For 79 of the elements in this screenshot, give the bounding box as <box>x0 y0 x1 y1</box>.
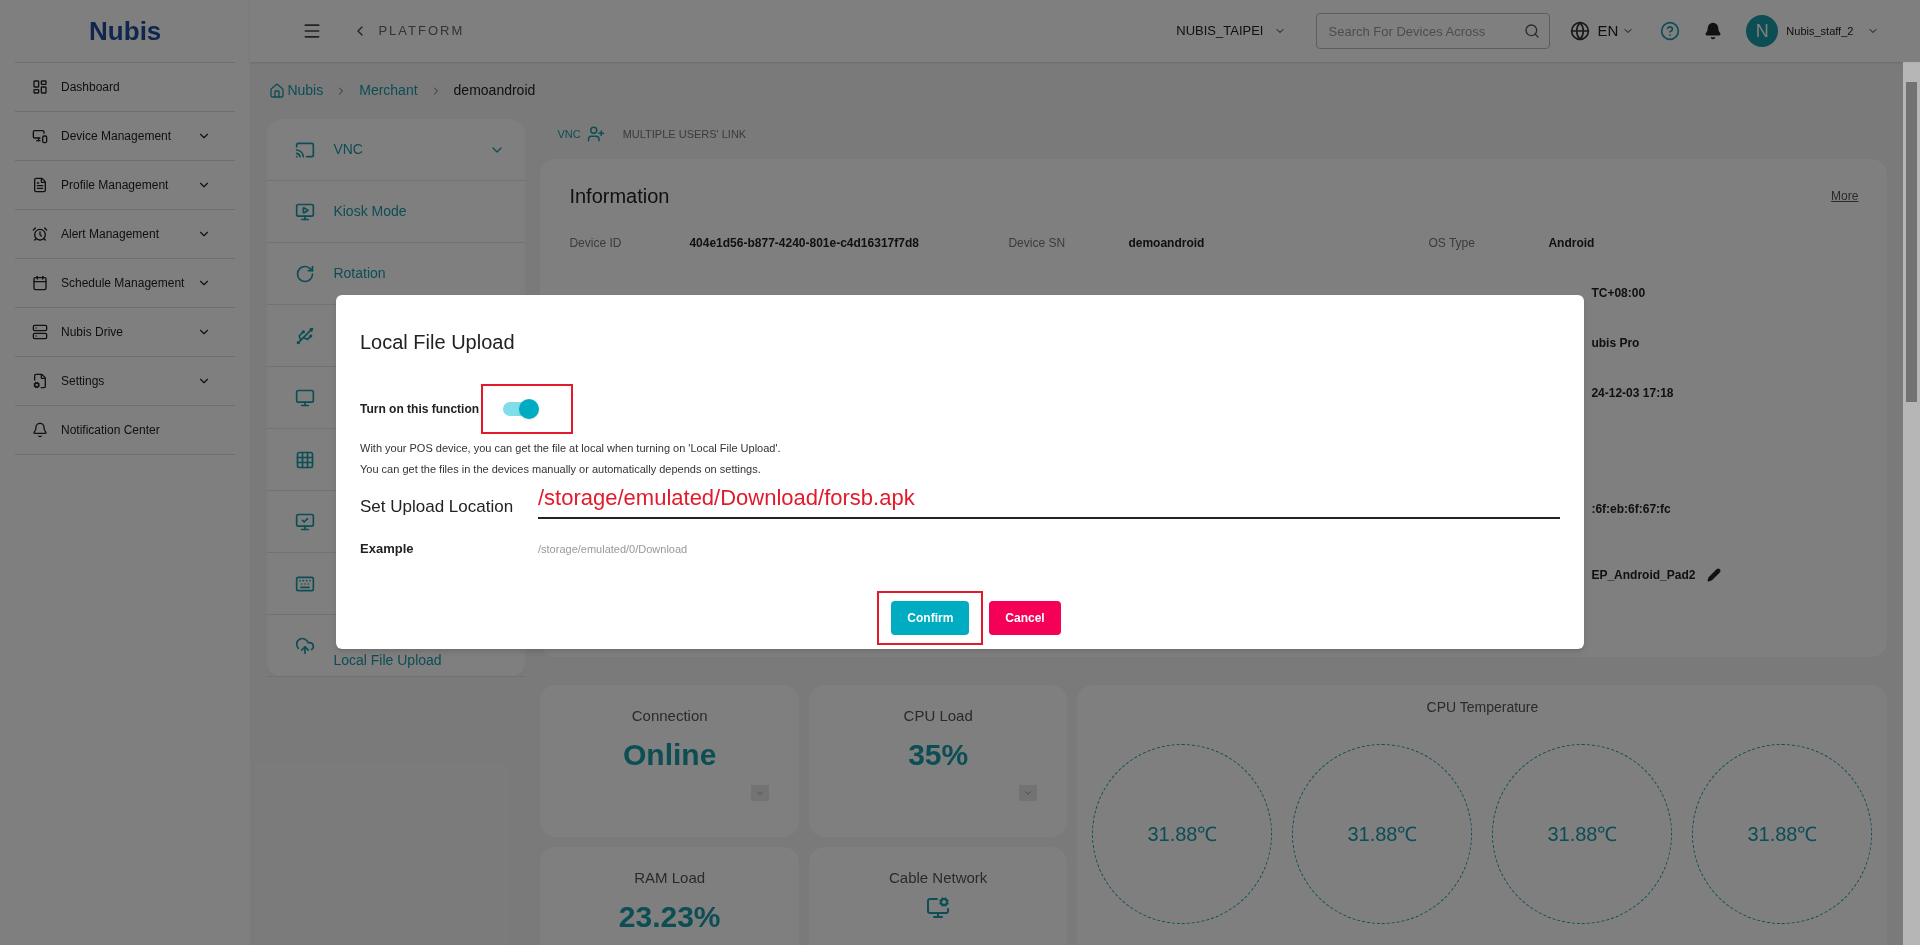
toggle-label: Turn on this function <box>360 401 480 418</box>
file-settings-icon <box>32 373 48 389</box>
card-title: Information <box>569 184 670 209</box>
stat-title: RAM Load <box>634 868 706 888</box>
field-label: Set Upload Location <box>360 495 515 518</box>
bell-icon[interactable] <box>1704 22 1723 40</box>
field-label: OS Type <box>1428 235 1476 252</box>
description-text: You can get the files in the devices manually or automatically depends on settings. <box>360 461 762 477</box>
grid-icon <box>295 449 316 470</box>
feature-menu-item[interactable]: VNC <box>267 119 526 181</box>
usb-icon <box>295 325 316 346</box>
field-value: :6f:eb:6f:67:fc <box>1591 501 1671 518</box>
stat-value: 35% <box>908 736 969 773</box>
dialog-title: Local File Upload <box>360 330 516 355</box>
language-select[interactable]: EN <box>1597 19 1635 43</box>
devices-icon <box>32 128 48 144</box>
rotate-icon <box>295 263 316 284</box>
expand-button[interactable] <box>750 785 769 801</box>
field-label: Device ID <box>569 235 623 252</box>
document-icon <box>32 177 48 193</box>
expand-button[interactable] <box>1019 785 1038 801</box>
monitor-icon <box>295 201 316 222</box>
cloud-upload-icon <box>295 635 316 656</box>
stat-title: CPU Load <box>903 706 973 726</box>
pencil-icon[interactable] <box>1707 568 1722 582</box>
dashboard-icon <box>32 79 48 95</box>
stat-value: Online <box>623 736 717 773</box>
chevron-icon <box>754 788 765 798</box>
toggle-switch[interactable] <box>503 398 540 420</box>
upload-location-field[interactable]: /storage/emulated/Download/forsb.apk <box>538 487 1560 519</box>
sidebar-item[interactable]: Dashboard <box>15 63 236 112</box>
home-icon[interactable] <box>269 82 286 99</box>
stat-title: Cable Network <box>889 868 988 888</box>
scrollbar[interactable] <box>1903 62 1920 945</box>
user-name[interactable]: Nubis_staff_2 <box>1786 22 1854 40</box>
search-icon <box>1523 23 1540 39</box>
sidebar-item[interactable]: Nubis Drive <box>15 308 236 357</box>
field-label: Device SN <box>1008 235 1067 252</box>
stat-title: Connection <box>631 706 708 726</box>
bell-icon <box>32 422 48 438</box>
field-value: demoandroid <box>1128 235 1205 252</box>
sidebar-item[interactable]: Alert Management <box>15 210 236 259</box>
sidebar-item[interactable]: Settings <box>15 357 236 406</box>
confirm-button[interactable]: Confirm <box>891 601 970 635</box>
sidebar-item[interactable]: Device Management <box>15 112 236 161</box>
field-value: Android <box>1548 235 1595 252</box>
field-value: 24-12-03 17:18 <box>1591 385 1674 402</box>
globe-icon[interactable] <box>1569 21 1590 41</box>
alarm-clock-icon <box>32 226 48 242</box>
sidebar-item[interactable]: Schedule Management <box>15 259 236 308</box>
feature-menu-item[interactable]: Kiosk Mode <box>267 181 526 243</box>
merchant-select[interactable]: NUBIS_TAIPEI <box>1176 21 1286 41</box>
field-value: ubis Pro <box>1591 335 1640 352</box>
add-users-icon <box>586 125 605 143</box>
list-icon <box>32 324 48 340</box>
user-avatar[interactable]: N <box>1746 15 1779 47</box>
help-icon[interactable] <box>1660 21 1681 41</box>
tab[interactable]: MULTIPLE USERS' LINK <box>622 125 747 143</box>
field-value: EP_Android_Pad2 <box>1591 567 1696 584</box>
annotation-text: /storage/emulated/Download/forsb.apk <box>538 484 915 512</box>
section-title: PLATFORM <box>378 22 465 41</box>
calendar-icon <box>32 275 48 291</box>
sidebar-item[interactable]: Profile Management <box>15 161 236 210</box>
logo[interactable]: Nubis <box>89 11 162 51</box>
monitor-check-icon <box>295 511 316 532</box>
stat-value: 23.23% <box>618 898 721 935</box>
monitor-icon <box>295 387 316 408</box>
breadcrumb-current: demoandroid <box>453 81 536 100</box>
network-icon <box>926 895 951 920</box>
example-path: /storage/emulated/0/Download <box>538 541 688 557</box>
cancel-button[interactable]: Cancel <box>989 601 1061 635</box>
card-title: CPU Temperature <box>1426 698 1539 717</box>
field-label: Example <box>360 540 415 558</box>
more-link[interactable]: More <box>1831 187 1859 205</box>
chevron-icon <box>1023 788 1034 798</box>
field-value: 404e1d56-b877-4240-801e-c4d16317f7d8 <box>689 235 919 252</box>
field-value: TC+08:00 <box>1591 285 1646 302</box>
sidebar-item[interactable]: Notification Center <box>15 406 236 455</box>
description-text: With your POS device, you can get the file at local when turning on 'Local File Upload'. <box>360 441 782 456</box>
